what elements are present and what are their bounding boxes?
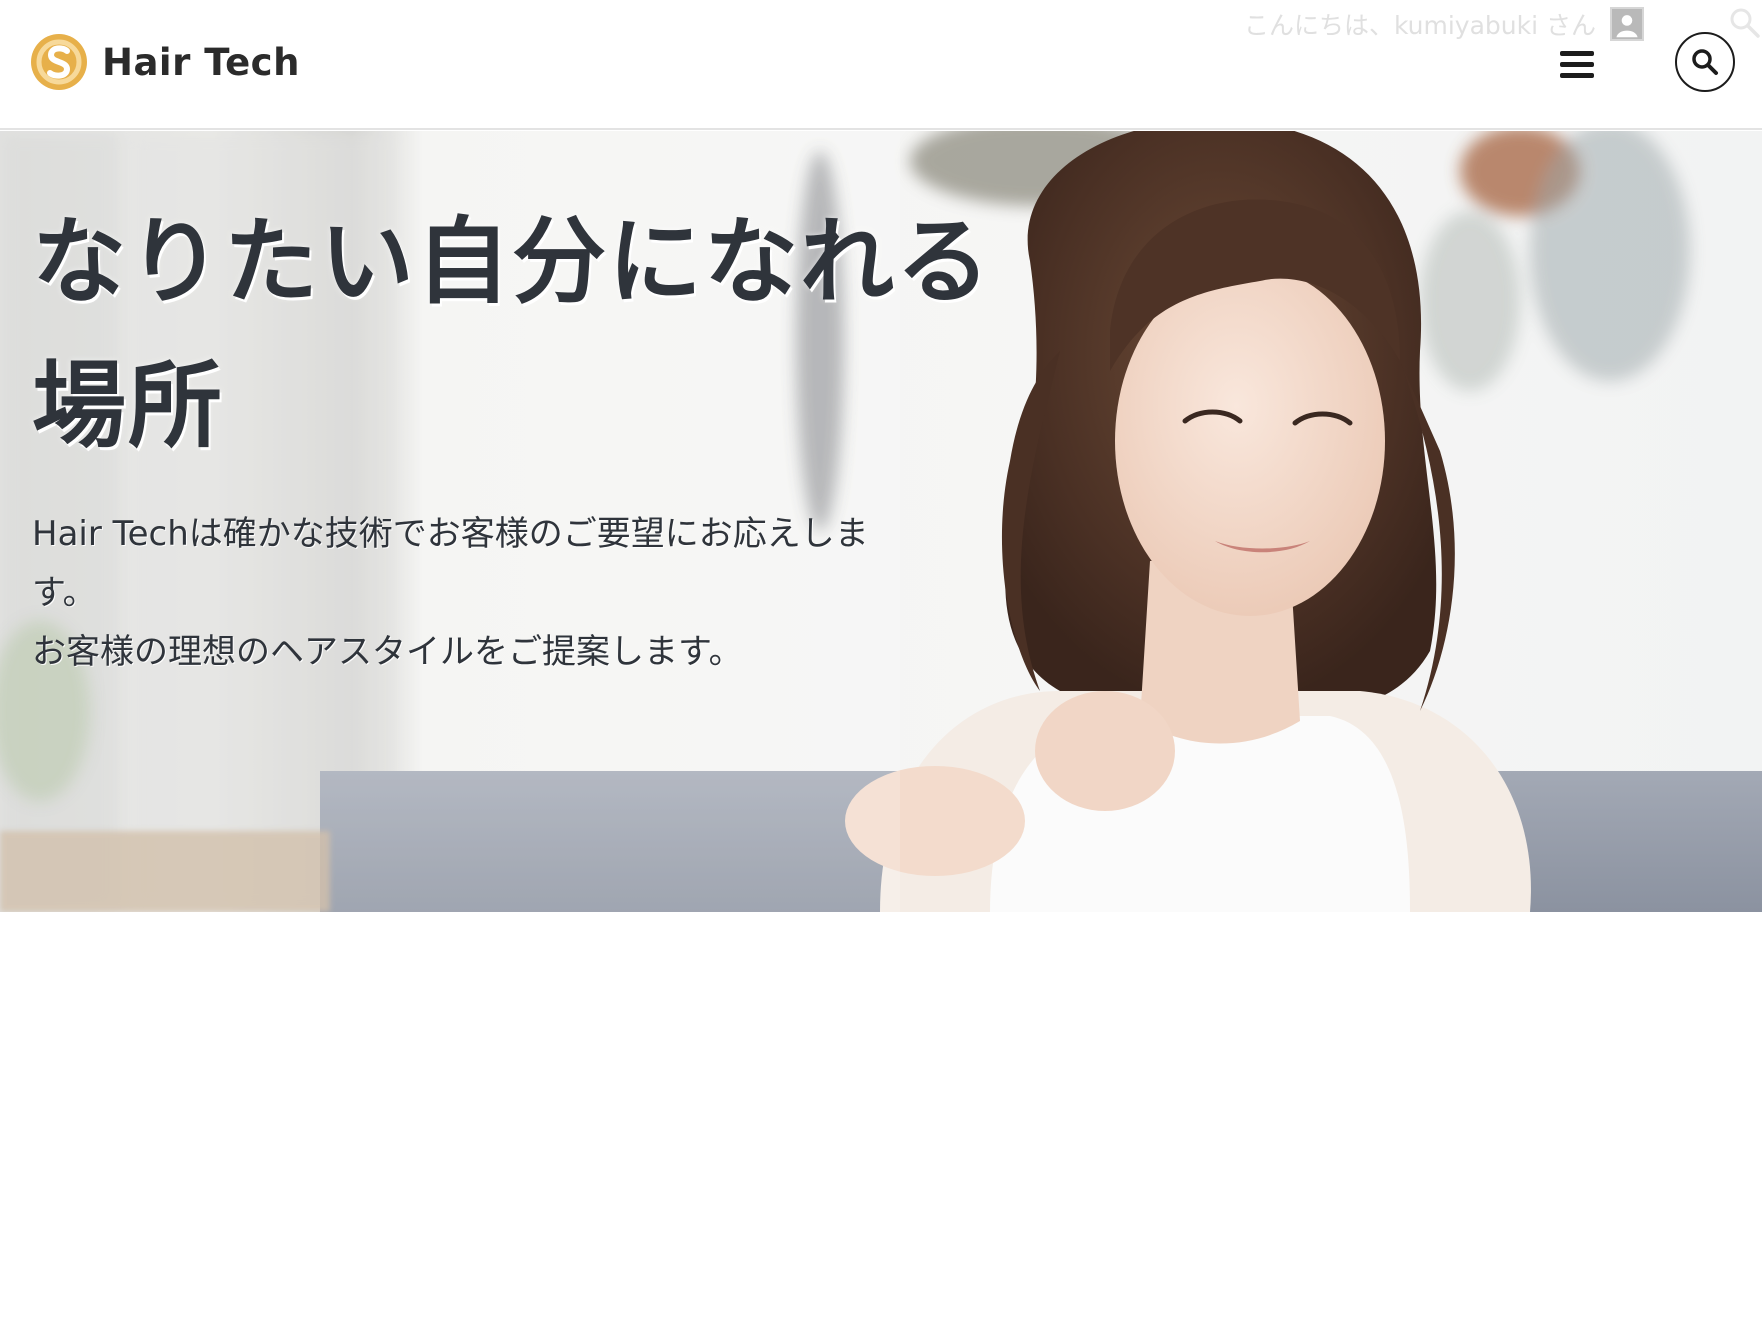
hero-copy: なりたい自分になれる場所 Hair Techは確かな技術でお客様のご要望にお応え…: [32, 191, 1032, 682]
hero-title: なりたい自分になれる場所: [32, 208, 993, 461]
brand-logo-icon: [31, 34, 87, 90]
search-icon[interactable]: [1728, 6, 1762, 40]
search-icon: [1692, 49, 1718, 75]
hero-section: なりたい自分になれる場所 Hair Techは確かな技術でお客様のご要望にお応え…: [0, 131, 1762, 912]
greeting-text: こんにちは、kumiyabuki さん: [1243, 11, 1596, 40]
user-avatar-icon[interactable]: [1610, 7, 1644, 41]
content-area: [0, 912, 1762, 1324]
hero-lead: Hair Techは確かな技術でお客様のご要望にお応えします。 お客様の理想のヘ…: [32, 505, 872, 682]
search-button[interactable]: [1675, 32, 1735, 92]
hero-lead-line: お客様の理想のヘアスタイルをご提案します。: [32, 632, 743, 672]
hero-lead-line: Hair Techは確かな技術でお客様のご要望にお応えします。: [32, 514, 869, 613]
site-header: Hair Tech こんにちは、kumiyabuki さん: [0, 0, 1762, 130]
brand-home-link[interactable]: Hair Tech: [30, 32, 300, 92]
menu-button[interactable]: [1552, 40, 1602, 90]
user-greeting[interactable]: こんにちは、kumiyabuki さん: [1244, 4, 1644, 44]
page: Hair Tech こんにちは、kumiyabuki さん なりたい自分になれる…: [0, 0, 1762, 1324]
brand-name: Hair Tech: [102, 40, 300, 84]
hamburger-menu-icon: [1560, 51, 1594, 78]
